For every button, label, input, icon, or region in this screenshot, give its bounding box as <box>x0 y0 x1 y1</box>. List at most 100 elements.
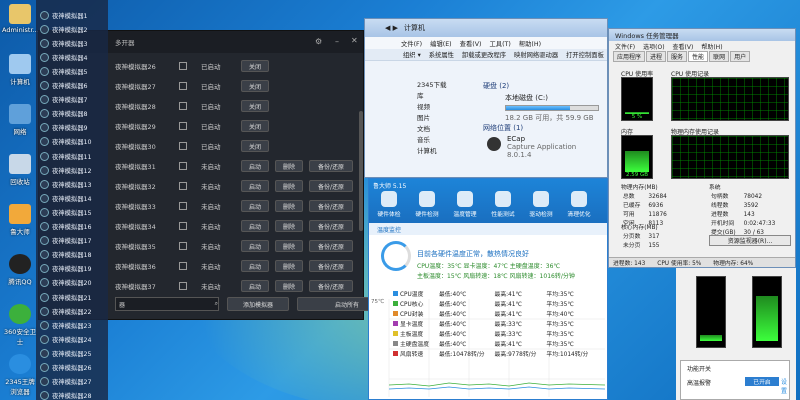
tab[interactable]: 性能 <box>688 51 709 62</box>
tool-button[interactable]: 温度管理 <box>449 191 481 218</box>
backup-restore-button[interactable]: 备份/还原 <box>309 260 353 272</box>
toolbar-item[interactable]: 打开控制面板 <box>566 50 604 59</box>
list-item[interactable]: 夜神模拟器22 <box>40 304 106 318</box>
delete-button[interactable]: 删除 <box>275 280 303 292</box>
settings-icon[interactable]: ⚙ <box>315 37 322 46</box>
list-item[interactable]: 夜神模拟器19 <box>40 262 106 276</box>
menu-item[interactable]: 选项(O) <box>643 42 664 51</box>
menu-item[interactable]: 工具(T) <box>489 39 510 48</box>
select-checkbox[interactable] <box>179 242 187 250</box>
list-item[interactable]: 夜神模拟器17 <box>40 234 106 248</box>
select-checkbox[interactable] <box>179 282 187 290</box>
toolbar-item[interactable]: 组织 ▾ <box>403 50 421 59</box>
start-stop-button[interactable]: 关闭 <box>241 60 269 72</box>
list-item[interactable]: 夜神模拟器14 <box>40 191 106 205</box>
tab[interactable]: 服务 <box>667 51 688 62</box>
list-item[interactable]: 夜神模拟器10 <box>40 135 106 149</box>
list-item[interactable]: 夜神模拟器7 <box>40 93 106 107</box>
menu-item[interactable]: 查看(V) <box>673 42 694 51</box>
list-item[interactable]: 夜神模拟器20 <box>40 276 106 290</box>
start-stop-button[interactable]: 关闭 <box>241 120 269 132</box>
desktop-icon-2345[interactable]: 2345王牌浏览器 <box>2 354 38 396</box>
tool-button[interactable]: 驱动检测 <box>525 191 557 218</box>
list-item[interactable]: 夜神模拟器21 <box>40 290 106 304</box>
select-checkbox[interactable] <box>179 142 187 150</box>
start-stop-button[interactable]: 启动 <box>241 200 269 212</box>
list-item[interactable]: 夜神模拟器6 <box>40 79 106 93</box>
toolbar-item[interactable]: 映射网络驱动器 <box>514 50 558 59</box>
start-stop-button[interactable]: 关闭 <box>241 140 269 152</box>
tab[interactable]: 应用程序 <box>613 51 646 62</box>
nav-item[interactable]: 视频 <box>405 101 475 112</box>
delete-button[interactable]: 删除 <box>275 260 303 272</box>
tool-button[interactable]: 清理优化 <box>563 191 595 218</box>
settings-link[interactable]: 设置 <box>781 377 789 395</box>
legend-swatch[interactable] <box>393 291 398 296</box>
menu-item[interactable]: 编辑(E) <box>430 39 452 48</box>
start-stop-button[interactable]: 启动 <box>241 180 269 192</box>
tab[interactable]: 联网 <box>709 51 730 62</box>
resource-monitor-button[interactable]: 资源监视器(R)... <box>709 235 791 246</box>
menu-item[interactable]: 文件(F) <box>615 42 635 51</box>
back-icon[interactable]: ◀ ▶ <box>385 24 398 32</box>
tab[interactable]: 用户 <box>730 51 751 62</box>
menu-item[interactable]: 帮助(H) <box>701 42 722 51</box>
instance-search-input[interactable]: 器 ⌕ <box>115 297 219 311</box>
select-checkbox[interactable] <box>179 162 187 170</box>
desktop-icon-computer[interactable]: 计算机 <box>2 54 38 86</box>
start-stop-button[interactable]: 启动 <box>241 260 269 272</box>
delete-button[interactable]: 删除 <box>275 200 303 212</box>
manager-scrollbar[interactable] <box>359 111 363 231</box>
list-item[interactable]: 夜神模拟器25 <box>40 346 106 360</box>
desktop-icon-360[interactable]: 360安全卫士 <box>2 304 38 346</box>
list-item[interactable]: 夜神模拟器26 <box>40 361 106 375</box>
nav-item[interactable]: 文档 <box>405 123 475 134</box>
list-item[interactable]: 夜神模拟器16 <box>40 220 106 234</box>
close-icon[interactable]: ✕ <box>351 36 358 45</box>
list-item[interactable]: 夜神模拟器18 <box>40 248 106 262</box>
legend-swatch[interactable] <box>393 351 398 356</box>
toolbar-item[interactable]: 系统属性 <box>429 50 454 59</box>
nav-item[interactable]: 库 <box>405 90 475 101</box>
tab[interactable]: 进程 <box>646 51 667 62</box>
add-emulator-button[interactable]: 添加模拟器 <box>227 297 289 311</box>
delete-button[interactable]: 删除 <box>275 240 303 252</box>
list-item[interactable]: 夜神模拟器23 <box>40 318 106 332</box>
drive-c[interactable]: 本地磁盘 (C:) 18.2 GB 可用，共 59.9 GB <box>505 93 605 123</box>
list-item[interactable]: 夜神模拟器1 <box>40 8 106 22</box>
start-stop-button[interactable]: 启动 <box>241 160 269 172</box>
desktop-icon-admin[interactable]: Administr... <box>2 4 39 34</box>
start-stop-button[interactable]: 关闭 <box>241 80 269 92</box>
delete-button[interactable]: 删除 <box>275 220 303 232</box>
legend-swatch[interactable] <box>393 311 398 316</box>
list-item[interactable]: 夜神模拟器27 <box>40 375 106 389</box>
nav-item[interactable]: 2345下载 <box>405 79 475 90</box>
list-item[interactable]: 夜神模拟器28 <box>40 389 106 400</box>
legend-swatch[interactable] <box>393 341 398 346</box>
ecap-item[interactable]: ECap Capture Application 8.0.1.4 <box>507 135 576 159</box>
select-checkbox[interactable] <box>179 182 187 190</box>
start-stop-button[interactable]: 关闭 <box>241 100 269 112</box>
explorer-address-bar[interactable]: ◀ ▶ 计算机 <box>365 19 607 37</box>
backup-restore-button[interactable]: 备份/还原 <box>309 220 353 232</box>
desktop-icon-recycle[interactable]: 回收站 <box>2 154 38 186</box>
menu-item[interactable]: 文件(F) <box>401 39 422 48</box>
legend-swatch[interactable] <box>393 301 398 306</box>
list-item[interactable]: 夜神模拟器24 <box>40 332 106 346</box>
backup-restore-button[interactable]: 备份/还原 <box>309 180 353 192</box>
select-checkbox[interactable] <box>179 122 187 130</box>
desktop-icon-network[interactable]: 网络 <box>2 104 38 136</box>
desktop-icon-ludashi[interactable]: 鲁大师 <box>2 204 38 236</box>
select-checkbox[interactable] <box>179 62 187 70</box>
select-checkbox[interactable] <box>179 82 187 90</box>
select-checkbox[interactable] <box>179 222 187 230</box>
list-item[interactable]: 夜神模拟器15 <box>40 205 106 219</box>
desktop-icon-qq[interactable]: 腾讯QQ <box>2 254 38 286</box>
start-stop-button[interactable]: 启动 <box>241 280 269 292</box>
delete-button[interactable]: 删除 <box>275 160 303 172</box>
start-stop-button[interactable]: 启动 <box>241 220 269 232</box>
toolbar-item[interactable]: 卸载或更改程序 <box>462 50 506 59</box>
select-checkbox[interactable] <box>179 102 187 110</box>
select-checkbox[interactable] <box>179 262 187 270</box>
tool-button[interactable]: 硬件检测 <box>411 191 443 218</box>
